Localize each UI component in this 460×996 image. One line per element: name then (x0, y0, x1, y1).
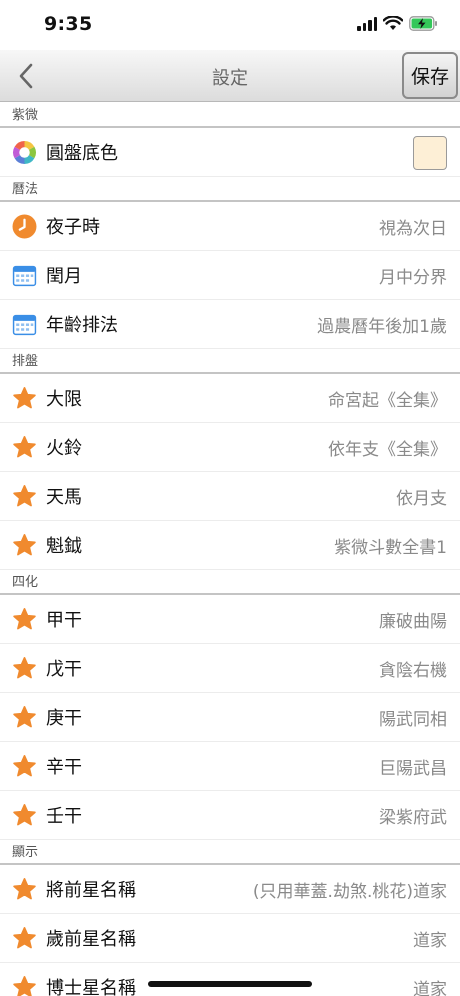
status-icons (357, 16, 438, 31)
star-icon (12, 926, 37, 951)
settings-row[interactable]: 夜子時 視為次日 (0, 202, 460, 251)
wifi-icon (383, 16, 403, 30)
row-label: 魁鉞 (46, 536, 82, 557)
settings-row[interactable]: 圓盤底色 (0, 128, 460, 177)
settings-row[interactable]: 天馬 依月支 (0, 472, 460, 521)
settings-row[interactable]: 甲干 廉破曲陽 (0, 595, 460, 644)
star-icon (12, 656, 37, 681)
status-bar: 9:35 (0, 0, 460, 50)
row-label: 歲前星名稱 (46, 929, 136, 950)
star-icon (12, 435, 37, 460)
settings-row[interactable]: 火鈴 依年支《全集》 (0, 423, 460, 472)
row-value: 命宮起《全集》 (328, 390, 447, 411)
row-label: 年齡排法 (46, 315, 118, 336)
page-title: 設定 (212, 68, 248, 89)
battery-charging-icon (409, 16, 437, 31)
settings-row[interactable]: 將前星名稱 (只用華蓋.劫煞.桃花)道家 (0, 865, 460, 914)
star-icon (12, 877, 37, 902)
star-icon (12, 533, 37, 558)
row-label: 辛干 (46, 757, 82, 778)
row-label: 戊干 (46, 659, 82, 680)
cellular-signal-icon (357, 16, 377, 31)
navigation-bar: 設定 保存 (0, 50, 460, 102)
calendar-icon (12, 263, 37, 288)
star-icon (12, 975, 37, 996)
star-icon (12, 803, 37, 828)
section-header: 排盤 (0, 349, 460, 374)
row-value: 月中分界 (379, 267, 447, 288)
settings-row[interactable]: 博士星名稱 道家 (0, 963, 460, 996)
row-label: 將前星名稱 (46, 880, 136, 901)
row-label: 夜子時 (46, 217, 100, 238)
settings-row[interactable]: 壬干 梁紫府武 (0, 791, 460, 840)
star-icon (12, 386, 37, 411)
row-label: 博士星名稱 (46, 978, 136, 996)
row-value: 視為次日 (379, 218, 447, 239)
settings-row[interactable]: 戊干 貪陰右機 (0, 644, 460, 693)
settings-row[interactable]: 年齡排法 過農曆年後加1歲 (0, 300, 460, 349)
row-value: 過農曆年後加1歲 (317, 316, 447, 337)
settings-row[interactable]: 庚干 陽武同相 (0, 693, 460, 742)
settings-row[interactable]: 大限 命宮起《全集》 (0, 374, 460, 423)
row-label: 天馬 (46, 487, 82, 508)
row-label: 火鈴 (46, 438, 82, 459)
status-time: 9:35 (44, 13, 93, 35)
settings-row[interactable]: 魁鉞 紫微斗數全書1 (0, 521, 460, 570)
row-value: 巨陽武昌 (379, 758, 447, 779)
section-header: 四化 (0, 570, 460, 595)
row-label: 庚干 (46, 708, 82, 729)
home-indicator (148, 981, 312, 987)
color-wheel-icon (12, 140, 37, 165)
row-label: 圓盤底色 (46, 143, 118, 164)
star-icon (12, 705, 37, 730)
row-value: 道家 (413, 930, 447, 951)
row-value: (只用華蓋.劫煞.桃花)道家 (252, 881, 447, 902)
star-icon (12, 754, 37, 779)
calendar-icon (12, 312, 37, 337)
row-label: 閏月 (46, 266, 82, 287)
settings-list: 紫微圓盤底色曆法夜子時 視為次日閏月 月中分界年齡排法 過農曆年後加1歲排盤大限 命宮起… (0, 103, 460, 996)
row-value: 陽武同相 (379, 709, 447, 730)
row-value: 依月支 (396, 488, 447, 509)
row-value: 依年支《全集》 (328, 439, 447, 460)
row-value: 梁紫府武 (379, 807, 447, 828)
row-value: 廉破曲陽 (379, 611, 447, 632)
row-label: 甲干 (46, 610, 82, 631)
row-label: 大限 (46, 389, 82, 410)
row-value: 紫微斗數全書1 (334, 537, 447, 558)
row-value: 貪陰右機 (379, 660, 447, 681)
settings-row[interactable]: 歲前星名稱 道家 (0, 914, 460, 963)
star-icon (12, 607, 37, 632)
section-header: 顯示 (0, 840, 460, 865)
row-label: 壬干 (46, 806, 82, 827)
color-swatch[interactable] (413, 136, 447, 170)
settings-row[interactable]: 閏月 月中分界 (0, 251, 460, 300)
clock-icon (12, 214, 37, 239)
save-button[interactable]: 保存 (402, 52, 458, 99)
row-value: 道家 (413, 979, 447, 996)
settings-row[interactable]: 辛干 巨陽武昌 (0, 742, 460, 791)
star-icon (12, 484, 37, 509)
section-header: 曆法 (0, 177, 460, 202)
section-header: 紫微 (0, 103, 460, 128)
